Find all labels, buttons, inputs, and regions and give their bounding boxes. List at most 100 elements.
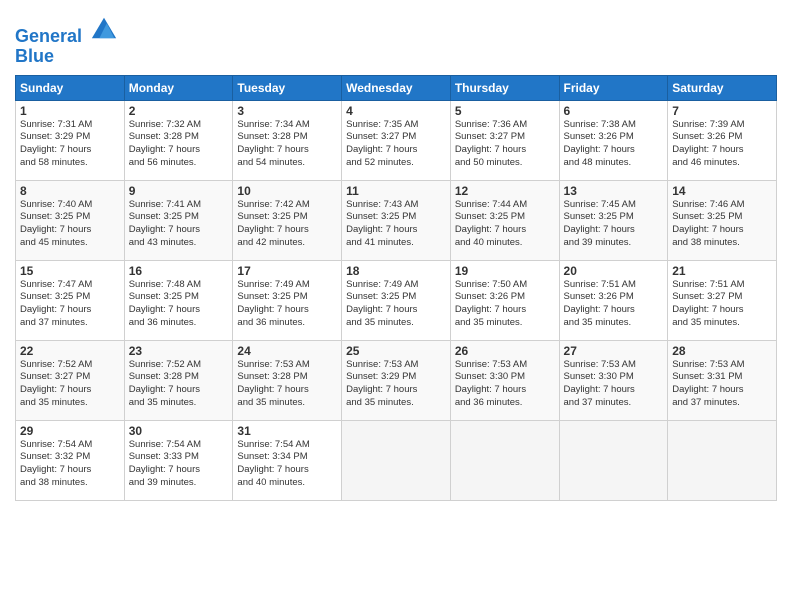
calendar-cell: 24Sunrise: 7:53 AM Sunset: 3:28 PM Dayli… (233, 340, 342, 420)
day-info: Sunrise: 7:52 AM Sunset: 3:28 PM Dayligh… (129, 359, 229, 410)
day-number: 24 (237, 344, 337, 358)
day-number: 9 (129, 184, 229, 198)
calendar-cell: 1Sunrise: 7:31 AM Sunset: 3:29 PM Daylig… (16, 100, 125, 180)
day-info: Sunrise: 7:35 AM Sunset: 3:27 PM Dayligh… (346, 119, 446, 170)
day-header-sunday: Sunday (16, 75, 125, 100)
logo: General Blue (15, 14, 118, 67)
day-info: Sunrise: 7:39 AM Sunset: 3:26 PM Dayligh… (672, 119, 772, 170)
day-info: Sunrise: 7:53 AM Sunset: 3:28 PM Dayligh… (237, 359, 337, 410)
day-number: 14 (672, 184, 772, 198)
calendar-cell (342, 420, 451, 500)
calendar-cell: 13Sunrise: 7:45 AM Sunset: 3:25 PM Dayli… (559, 180, 668, 260)
day-info: Sunrise: 7:48 AM Sunset: 3:25 PM Dayligh… (129, 279, 229, 330)
day-info: Sunrise: 7:38 AM Sunset: 3:26 PM Dayligh… (564, 119, 664, 170)
calendar-cell: 20Sunrise: 7:51 AM Sunset: 3:26 PM Dayli… (559, 260, 668, 340)
day-header-saturday: Saturday (668, 75, 777, 100)
day-number: 8 (20, 184, 120, 198)
day-header-monday: Monday (124, 75, 233, 100)
day-info: Sunrise: 7:40 AM Sunset: 3:25 PM Dayligh… (20, 199, 120, 250)
day-number: 22 (20, 344, 120, 358)
calendar-cell: 2Sunrise: 7:32 AM Sunset: 3:28 PM Daylig… (124, 100, 233, 180)
day-info: Sunrise: 7:49 AM Sunset: 3:25 PM Dayligh… (237, 279, 337, 330)
day-info: Sunrise: 7:54 AM Sunset: 3:33 PM Dayligh… (129, 439, 229, 490)
calendar-cell: 10Sunrise: 7:42 AM Sunset: 3:25 PM Dayli… (233, 180, 342, 260)
week-row-1: 1Sunrise: 7:31 AM Sunset: 3:29 PM Daylig… (16, 100, 777, 180)
day-number: 19 (455, 264, 555, 278)
week-row-4: 22Sunrise: 7:52 AM Sunset: 3:27 PM Dayli… (16, 340, 777, 420)
day-number: 2 (129, 104, 229, 118)
week-row-2: 8Sunrise: 7:40 AM Sunset: 3:25 PM Daylig… (16, 180, 777, 260)
day-number: 15 (20, 264, 120, 278)
day-header-thursday: Thursday (450, 75, 559, 100)
day-info: Sunrise: 7:51 AM Sunset: 3:26 PM Dayligh… (564, 279, 664, 330)
day-number: 20 (564, 264, 664, 278)
day-info: Sunrise: 7:53 AM Sunset: 3:30 PM Dayligh… (455, 359, 555, 410)
day-number: 7 (672, 104, 772, 118)
day-info: Sunrise: 7:54 AM Sunset: 3:32 PM Dayligh… (20, 439, 120, 490)
day-header-wednesday: Wednesday (342, 75, 451, 100)
calendar-cell: 9Sunrise: 7:41 AM Sunset: 3:25 PM Daylig… (124, 180, 233, 260)
calendar-cell: 25Sunrise: 7:53 AM Sunset: 3:29 PM Dayli… (342, 340, 451, 420)
calendar-cell: 19Sunrise: 7:50 AM Sunset: 3:26 PM Dayli… (450, 260, 559, 340)
week-row-5: 29Sunrise: 7:54 AM Sunset: 3:32 PM Dayli… (16, 420, 777, 500)
header-row: SundayMondayTuesdayWednesdayThursdayFrid… (16, 75, 777, 100)
day-number: 5 (455, 104, 555, 118)
calendar-cell: 4Sunrise: 7:35 AM Sunset: 3:27 PM Daylig… (342, 100, 451, 180)
calendar-cell: 3Sunrise: 7:34 AM Sunset: 3:28 PM Daylig… (233, 100, 342, 180)
day-info: Sunrise: 7:41 AM Sunset: 3:25 PM Dayligh… (129, 199, 229, 250)
day-number: 31 (237, 424, 337, 438)
day-info: Sunrise: 7:32 AM Sunset: 3:28 PM Dayligh… (129, 119, 229, 170)
day-number: 23 (129, 344, 229, 358)
day-info: Sunrise: 7:42 AM Sunset: 3:25 PM Dayligh… (237, 199, 337, 250)
day-info: Sunrise: 7:50 AM Sunset: 3:26 PM Dayligh… (455, 279, 555, 330)
calendar-cell: 7Sunrise: 7:39 AM Sunset: 3:26 PM Daylig… (668, 100, 777, 180)
day-info: Sunrise: 7:36 AM Sunset: 3:27 PM Dayligh… (455, 119, 555, 170)
calendar-cell (559, 420, 668, 500)
day-number: 21 (672, 264, 772, 278)
day-number: 11 (346, 184, 446, 198)
day-number: 30 (129, 424, 229, 438)
calendar-cell: 31Sunrise: 7:54 AM Sunset: 3:34 PM Dayli… (233, 420, 342, 500)
calendar-cell (668, 420, 777, 500)
day-info: Sunrise: 7:44 AM Sunset: 3:25 PM Dayligh… (455, 199, 555, 250)
day-info: Sunrise: 7:53 AM Sunset: 3:30 PM Dayligh… (564, 359, 664, 410)
calendar-cell (450, 420, 559, 500)
day-number: 25 (346, 344, 446, 358)
logo-icon (90, 14, 118, 42)
calendar-cell: 12Sunrise: 7:44 AM Sunset: 3:25 PM Dayli… (450, 180, 559, 260)
calendar-cell: 28Sunrise: 7:53 AM Sunset: 3:31 PM Dayli… (668, 340, 777, 420)
calendar-cell: 16Sunrise: 7:48 AM Sunset: 3:25 PM Dayli… (124, 260, 233, 340)
calendar-cell: 5Sunrise: 7:36 AM Sunset: 3:27 PM Daylig… (450, 100, 559, 180)
page-header: General Blue (15, 10, 777, 67)
day-info: Sunrise: 7:49 AM Sunset: 3:25 PM Dayligh… (346, 279, 446, 330)
day-info: Sunrise: 7:53 AM Sunset: 3:31 PM Dayligh… (672, 359, 772, 410)
day-number: 1 (20, 104, 120, 118)
day-number: 3 (237, 104, 337, 118)
day-header-friday: Friday (559, 75, 668, 100)
week-row-3: 15Sunrise: 7:47 AM Sunset: 3:25 PM Dayli… (16, 260, 777, 340)
day-number: 16 (129, 264, 229, 278)
day-header-tuesday: Tuesday (233, 75, 342, 100)
day-number: 26 (455, 344, 555, 358)
calendar-cell: 15Sunrise: 7:47 AM Sunset: 3:25 PM Dayli… (16, 260, 125, 340)
day-info: Sunrise: 7:46 AM Sunset: 3:25 PM Dayligh… (672, 199, 772, 250)
calendar-cell: 6Sunrise: 7:38 AM Sunset: 3:26 PM Daylig… (559, 100, 668, 180)
day-info: Sunrise: 7:31 AM Sunset: 3:29 PM Dayligh… (20, 119, 120, 170)
calendar-cell: 26Sunrise: 7:53 AM Sunset: 3:30 PM Dayli… (450, 340, 559, 420)
calendar-cell: 27Sunrise: 7:53 AM Sunset: 3:30 PM Dayli… (559, 340, 668, 420)
day-number: 6 (564, 104, 664, 118)
day-info: Sunrise: 7:45 AM Sunset: 3:25 PM Dayligh… (564, 199, 664, 250)
day-number: 12 (455, 184, 555, 198)
calendar-cell: 17Sunrise: 7:49 AM Sunset: 3:25 PM Dayli… (233, 260, 342, 340)
calendar-cell: 23Sunrise: 7:52 AM Sunset: 3:28 PM Dayli… (124, 340, 233, 420)
day-number: 18 (346, 264, 446, 278)
day-info: Sunrise: 7:47 AM Sunset: 3:25 PM Dayligh… (20, 279, 120, 330)
calendar-cell: 22Sunrise: 7:52 AM Sunset: 3:27 PM Dayli… (16, 340, 125, 420)
day-number: 4 (346, 104, 446, 118)
calendar-cell: 11Sunrise: 7:43 AM Sunset: 3:25 PM Dayli… (342, 180, 451, 260)
calendar-cell: 8Sunrise: 7:40 AM Sunset: 3:25 PM Daylig… (16, 180, 125, 260)
day-number: 10 (237, 184, 337, 198)
day-info: Sunrise: 7:51 AM Sunset: 3:27 PM Dayligh… (672, 279, 772, 330)
day-info: Sunrise: 7:53 AM Sunset: 3:29 PM Dayligh… (346, 359, 446, 410)
page-container: General Blue SundayMondayTuesdayWednesda… (0, 0, 792, 511)
